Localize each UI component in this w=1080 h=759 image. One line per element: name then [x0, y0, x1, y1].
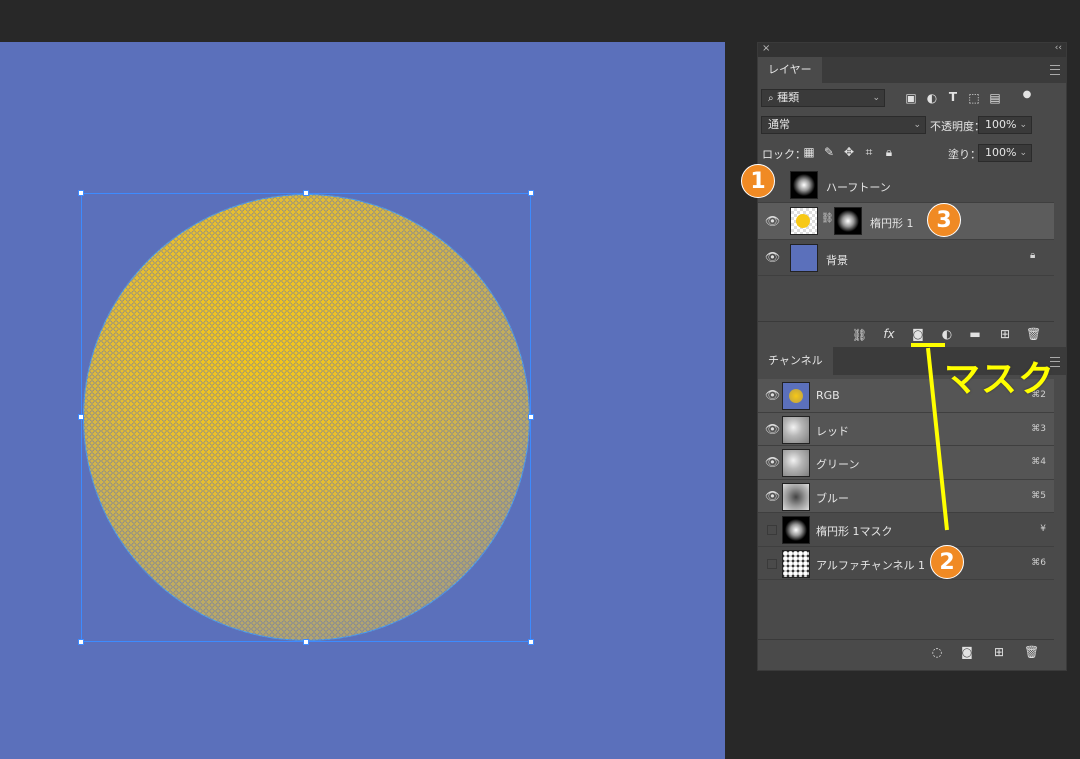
- mask-annotation-label: マスク: [944, 359, 1056, 400]
- annotation-lines: [911, 343, 949, 531]
